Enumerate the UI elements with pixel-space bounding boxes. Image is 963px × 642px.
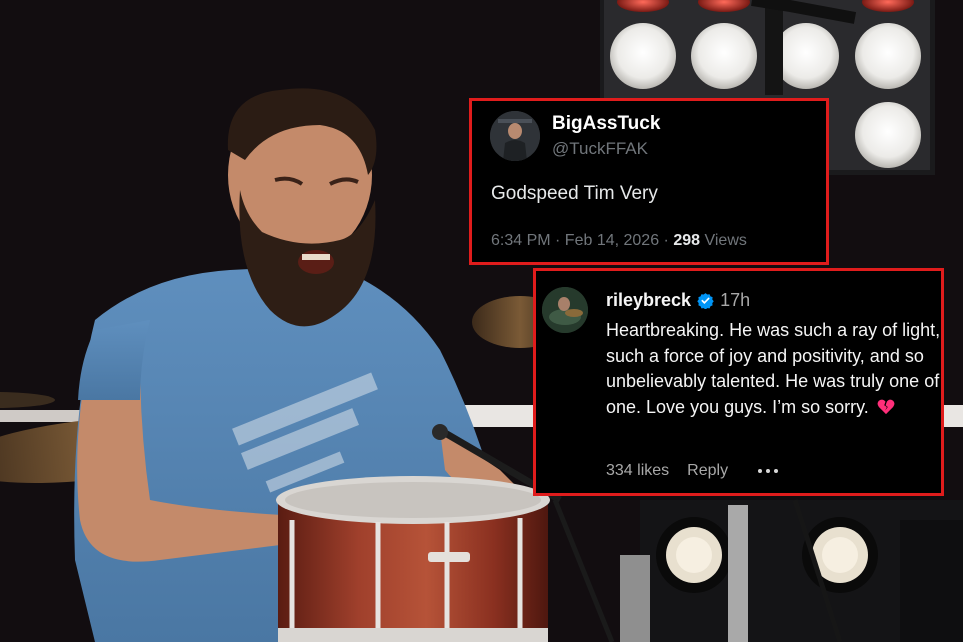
comment-likes[interactable]: 334 likes: [606, 462, 669, 480]
reply-button[interactable]: Reply: [687, 462, 728, 480]
tweet-display-name[interactable]: BigAssTuck: [552, 113, 660, 135]
tweet-avatar[interactable]: [490, 111, 540, 161]
tweet-views-label: Views: [700, 232, 747, 249]
tweet-timestamp[interactable]: 6:34 PM · Feb 14, 2026 ·: [491, 232, 673, 249]
comment-text: Heartbreaking. He was such a ray of ligh…: [606, 318, 941, 420]
comment-actions: 334 likes Reply: [606, 462, 779, 480]
tweet-views-count: 298: [673, 232, 701, 249]
comment-header: rileybreck 17h: [606, 290, 750, 311]
tweet-card: BigAssTuck @TuckFFAK Godspeed Tim Very 6…: [469, 98, 829, 265]
broken-heart-icon: [877, 399, 895, 414]
more-options-icon[interactable]: [758, 469, 779, 473]
tweet-handle[interactable]: @TuckFFAK: [552, 139, 648, 159]
comment-card: rileybreck 17h Heartbreaking. He was suc…: [533, 268, 944, 496]
verified-badge-icon: [697, 293, 714, 309]
comment-time: 17h: [720, 290, 751, 310]
comment-username[interactable]: rileybreck: [606, 290, 691, 311]
comment-avatar[interactable]: [542, 287, 588, 333]
snare-drum: [276, 476, 550, 642]
tweet-meta: 6:34 PM · Feb 14, 2026 · 298 Views: [491, 232, 747, 250]
tweet-text: Godspeed Tim Very: [491, 183, 658, 204]
